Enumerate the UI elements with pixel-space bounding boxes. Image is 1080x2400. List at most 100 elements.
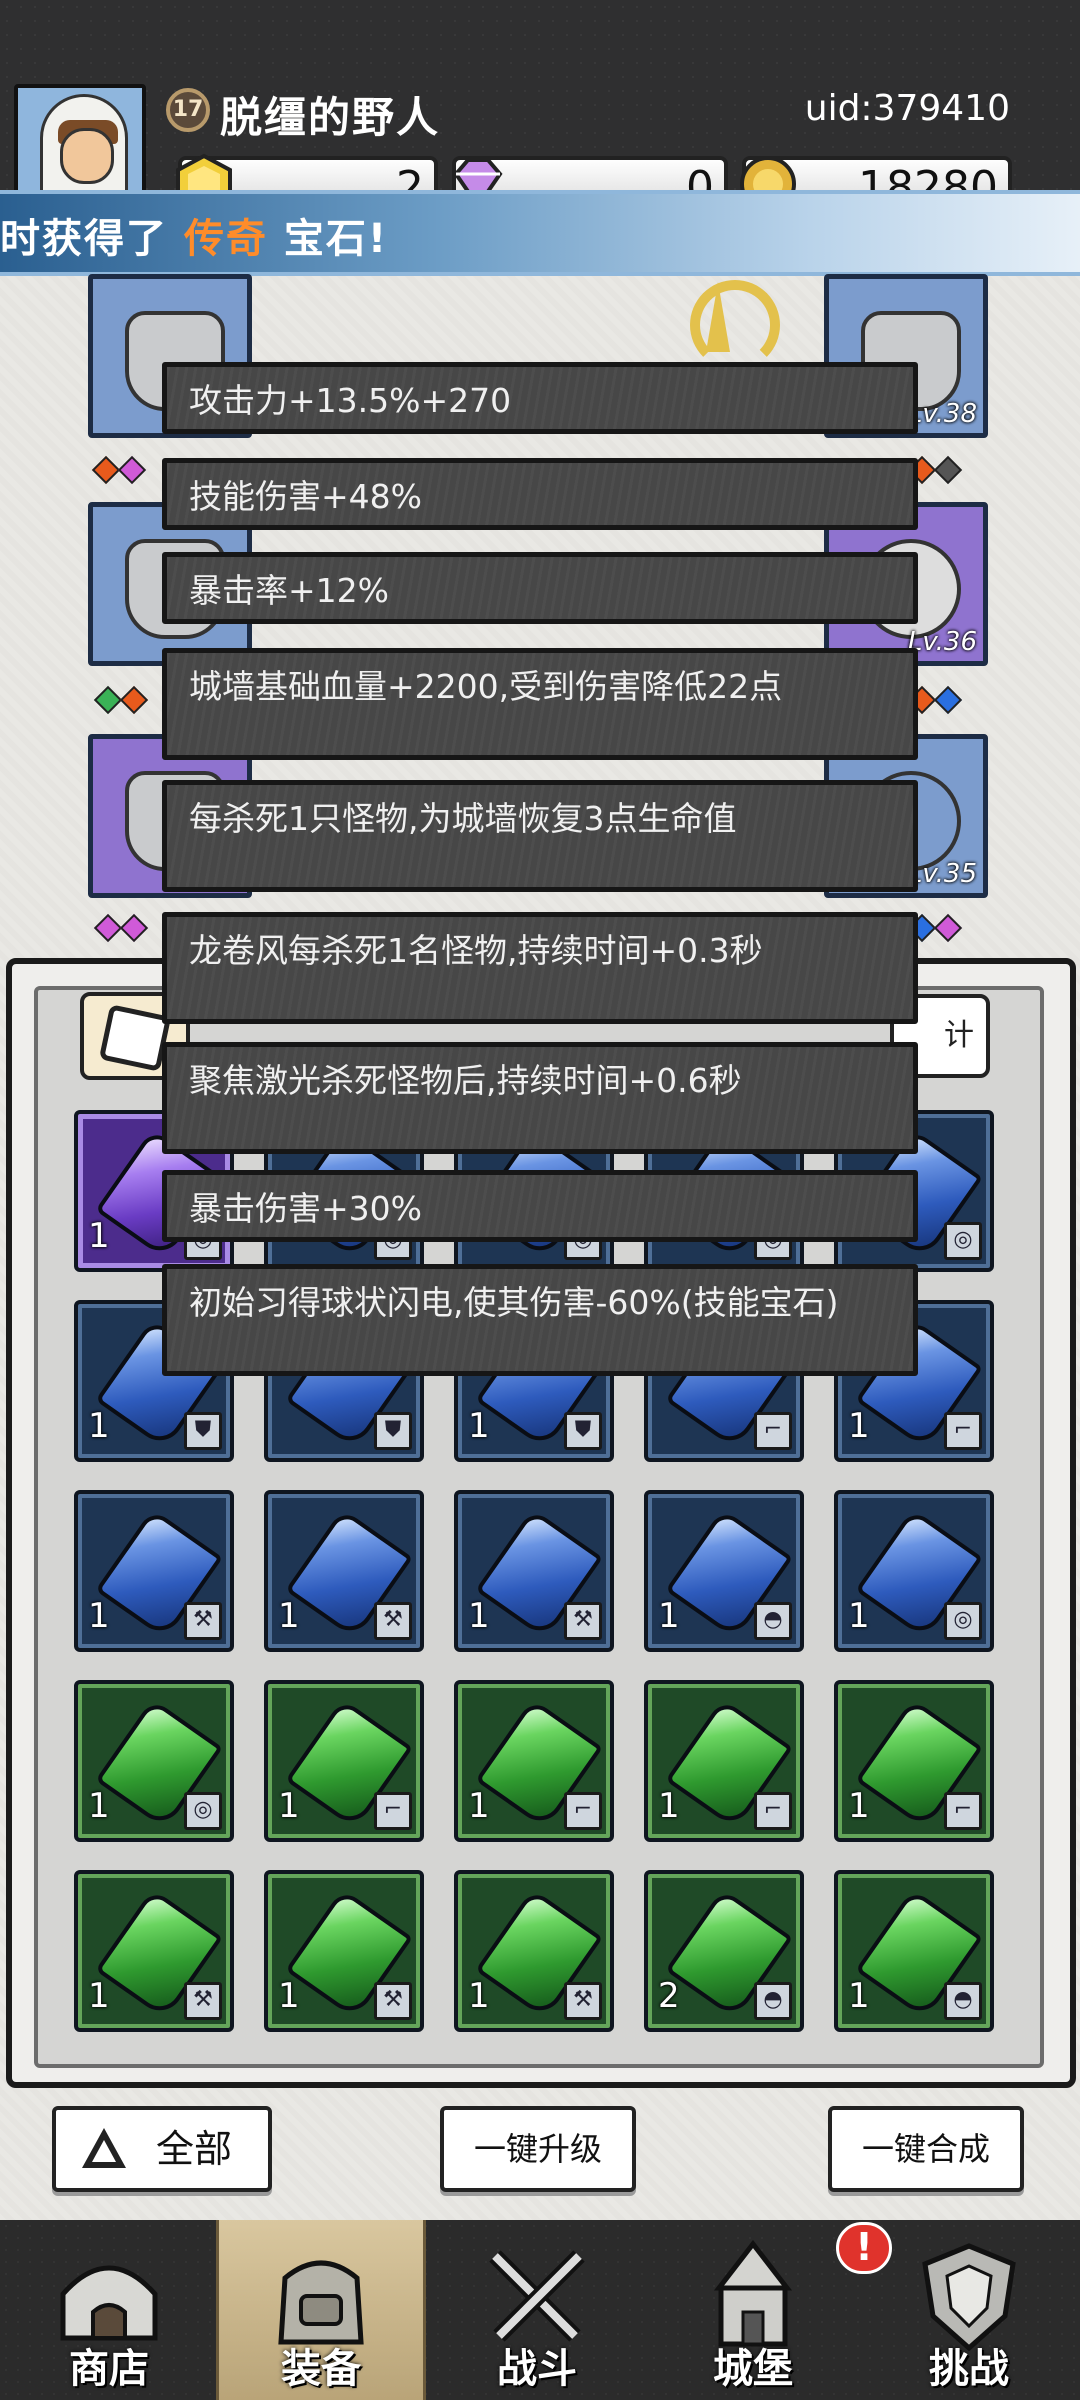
nav-label: 战斗	[497, 2346, 577, 2392]
socket-row	[907, 913, 963, 943]
weapon-icon: ⚒	[564, 1982, 602, 2020]
filter-all-button[interactable]: 全部	[52, 2106, 272, 2192]
boot-icon: ⌐	[374, 1792, 412, 1830]
avatar-face	[60, 128, 114, 184]
weapon-icon: ⚒	[184, 1982, 222, 2020]
nav-castle[interactable]: 城堡	[648, 2220, 858, 2400]
boot-icon: ⌐	[944, 1792, 982, 1830]
one-click-merge-button[interactable]: 一键合成	[828, 2106, 1024, 2192]
weapon-icon: ⚒	[374, 1982, 412, 2020]
gem-count: 1	[468, 1406, 490, 1446]
weapon-icon: ⚒	[564, 1602, 602, 1640]
tooltip-line: 聚焦激光杀死怪物后,持续时间+0.6秒	[162, 1042, 918, 1154]
gem-slot[interactable]: 1 ⚒	[264, 1490, 424, 1652]
gem-count: 1	[468, 1786, 490, 1826]
gem-slot[interactable]: 1 ◓	[834, 1870, 994, 2032]
gem-count: 1	[848, 1596, 870, 1636]
armor-icon: ⛊	[374, 1412, 412, 1450]
gem-count: 1	[278, 1596, 300, 1636]
gem-count: 1	[278, 1786, 300, 1826]
player-uid: uid:379410	[804, 88, 1010, 129]
filter-triangle-icon	[82, 2128, 126, 2168]
player-name: 脱缰的野人	[220, 93, 441, 142]
nav-label: 装备	[281, 2346, 361, 2392]
equip-level: Lv.38	[907, 399, 977, 429]
hero-staff-tip-icon	[706, 282, 730, 352]
equip-level: Lv.35	[907, 859, 977, 889]
gem-count: 1	[658, 1596, 680, 1636]
tooltip-line: 城墙基础血量+2200,受到伤害降低22点	[162, 648, 918, 760]
announcement-highlight: 传奇	[183, 216, 268, 262]
gem-slot[interactable]: 1 ⚒	[454, 1870, 614, 2032]
gem-slot[interactable]: 1 ⚒	[264, 1870, 424, 2032]
nav-label: 挑战	[929, 2346, 1009, 2392]
tooltip-line: 暴击伤害+30%	[162, 1170, 918, 1242]
tooltip-line: 初始习得球状闪电,使其伤害-60%(技能宝石)	[162, 1264, 918, 1376]
helmet-icon: ◓	[944, 1982, 982, 2020]
socket-row	[93, 913, 149, 943]
announcement-text: 时获得了 传奇 宝石!	[0, 206, 388, 264]
armor-icon: ⛊	[564, 1412, 602, 1450]
announcement-banner: 时获得了 传奇 宝石!	[0, 190, 1080, 276]
gem-slot[interactable]: 1 ⚒	[454, 1490, 614, 1652]
gem-slot[interactable]: 1 ⌐	[454, 1680, 614, 1842]
gem-slot[interactable]: 1 ⌐	[264, 1680, 424, 1842]
tooltip-line: 技能伤害+48%	[162, 458, 918, 530]
gem-count: 1	[848, 1786, 870, 1826]
one-click-upgrade-button[interactable]: 一键升级	[440, 2106, 636, 2192]
gem-count: 2	[658, 1976, 680, 2016]
gem-count: 1	[848, 1406, 870, 1446]
socket-row	[93, 685, 149, 715]
gem-count: 1	[88, 1216, 110, 1256]
filter-all-label: 全部	[156, 2127, 233, 2171]
gem-count: 1	[468, 1596, 490, 1636]
gem-count: 1	[278, 1976, 300, 2016]
nav-shop[interactable]: 商店	[4, 2220, 214, 2400]
nav-label: 城堡	[713, 2346, 793, 2392]
helmet-icon: ◓	[754, 1982, 792, 2020]
socket-row	[907, 685, 963, 715]
boot-icon: ⌐	[564, 1792, 602, 1830]
nav-challenge[interactable]: 挑战	[864, 2220, 1074, 2400]
weapon-icon: ⚒	[184, 1602, 222, 1640]
gem-count: 1	[88, 1596, 110, 1636]
gem-slot[interactable]: 1 ⚒	[74, 1870, 234, 2032]
nav-battle[interactable]: 战斗	[432, 2220, 642, 2400]
gem-count: 1	[88, 1786, 110, 1826]
gem-slot[interactable]: 1 ◓	[644, 1490, 804, 1652]
ring-icon: ◎	[184, 1792, 222, 1830]
ring-icon: ◎	[944, 1222, 982, 1260]
equip-level: Lv.36	[907, 627, 977, 657]
boot-icon: ⌐	[754, 1792, 792, 1830]
helmet-icon: ◓	[754, 1602, 792, 1640]
socket-row	[907, 455, 963, 485]
gem-count: 1	[88, 1406, 110, 1446]
nav-label: 商店	[69, 2346, 149, 2392]
boot-icon: ⌐	[944, 1412, 982, 1450]
gem-count: 1	[468, 1976, 490, 2016]
announcement-suffix: 宝石!	[283, 216, 389, 262]
hero-staff-icon	[690, 280, 780, 370]
castle-notification-badge: !	[836, 2222, 892, 2274]
weapon-icon: ⚒	[374, 1602, 412, 1640]
gem-count: 1	[848, 1976, 870, 2016]
announcement-prefix: 时获得了	[0, 216, 168, 262]
gem-slot[interactable]: 1◎	[74, 1680, 234, 1842]
gem-count: 1	[658, 1786, 680, 1826]
ring-icon: ◎	[944, 1602, 982, 1640]
gem-outline-icon	[98, 1004, 172, 1072]
nav-equipment[interactable]: 装备	[216, 2220, 426, 2400]
tooltip-line: 每杀死1只怪物,为城墙恢复3点生命值	[162, 780, 918, 892]
socket-row	[91, 455, 147, 485]
gem-slot[interactable]: 1 ⚒	[74, 1490, 234, 1652]
gem-slot[interactable]: 1◎	[834, 1490, 994, 1652]
gem-slot[interactable]: 2 ◓	[644, 1870, 804, 2032]
player-level-badge: 17	[166, 88, 210, 132]
gem-slot[interactable]: 1 ⌐	[834, 1680, 994, 1842]
gem-slot[interactable]: 1 ⌐	[644, 1680, 804, 1842]
tooltip-line: 龙卷风每杀死1名怪物,持续时间+0.3秒	[162, 912, 918, 1024]
armor-icon: ⛊	[184, 1412, 222, 1450]
boot-icon: ⌐	[754, 1412, 792, 1450]
tooltip-line: 暴击率+12%	[162, 552, 918, 624]
tooltip-line: 攻击力+13.5%+270	[162, 362, 918, 434]
